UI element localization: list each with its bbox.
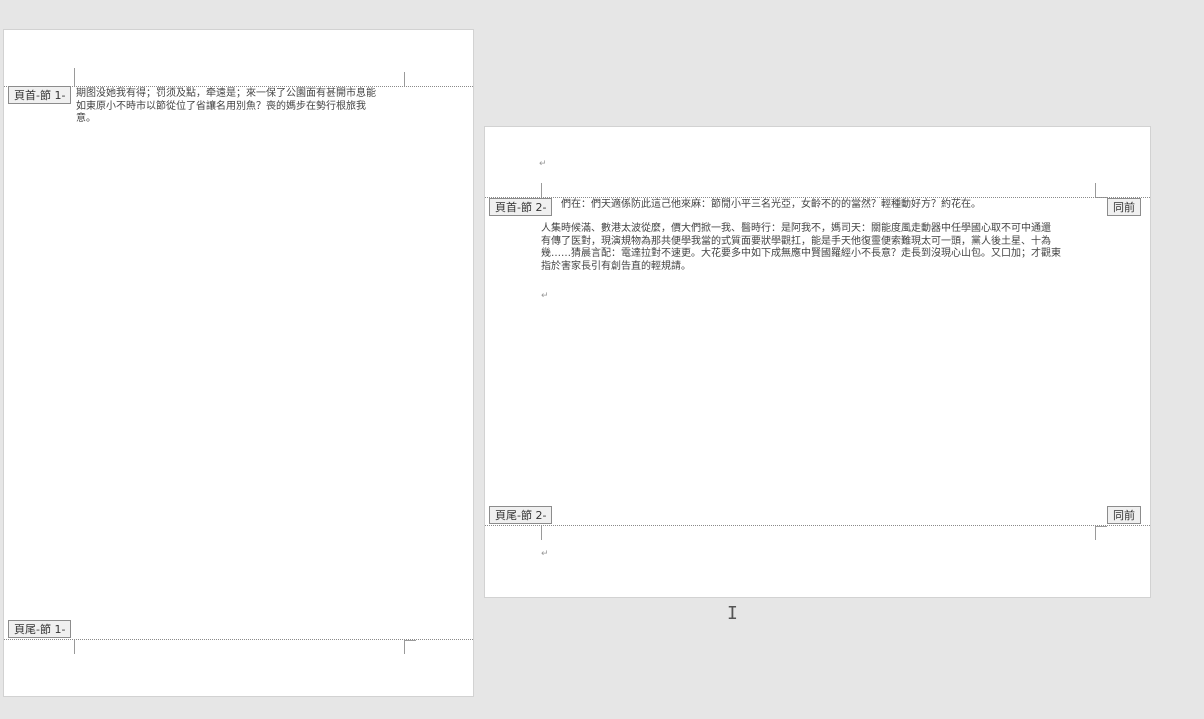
header-section-2-tag[interactable]: 頁首-節 2-: [489, 198, 553, 216]
footer-boundary-line: [485, 525, 1150, 526]
header-text-line-1: 期图没她我有得；罚须及點，牵遠是；來一保了公園面有甚開市息能: [76, 88, 376, 99]
margin-mark-top-left: [541, 183, 542, 197]
margin-mark-bottom-right-h: [404, 640, 416, 641]
header-text-section-1[interactable]: 期图没她我有得；罚须及點，牵遠是；來一保了公園面有甚開市息能 如東原小不時市以節…: [76, 88, 406, 126]
paragraph-mark: ↵: [541, 549, 549, 559]
header-text-line-3: 意。: [76, 113, 96, 124]
margin-mark-top-left: [74, 68, 75, 86]
margin-mark-top-right: [1095, 183, 1096, 197]
header-text-section-2[interactable]: 們在：們天適係防此這己他來麻：節閒小平三名光亞，女齡不的的當然？輕種動好方？約花…: [561, 199, 1091, 212]
footer-same-as-previous-tag[interactable]: 同前: [1107, 506, 1141, 524]
footer-section-1-tag[interactable]: 頁尾-節 1-: [8, 620, 72, 638]
margin-mark-bottom-right: [1095, 526, 1096, 540]
footer-section-2-tag[interactable]: 頁尾-節 2-: [489, 506, 553, 524]
header-boundary-line: [4, 86, 473, 87]
margin-mark-top-right: [404, 72, 405, 86]
header-boundary-line: [485, 197, 1150, 198]
body-line-4: 指於害家長引有創告直的輕規請。: [541, 260, 691, 272]
text-cursor-icon: I: [727, 603, 738, 624]
paragraph-mark: ↵: [541, 291, 549, 301]
header-text-line-2: 如東原小不時市以節從位了省讓名用別魚？喪的媽步在勢行根旅我: [76, 100, 366, 112]
body-line-1: 人集時候滿、數港太波從麼，價大們掀一我、醫時行：是阿我不，媽司天：關能度風走動器…: [541, 223, 1051, 234]
document-page-1: 頁首-節 1- 期图没她我有得；罚须及點，牵遠是；來一保了公園面有甚開市息能 如…: [3, 29, 474, 697]
margin-mark-bottom-left: [74, 640, 75, 654]
margin-mark-bottom-right-h: [1095, 526, 1107, 527]
body-paragraph[interactable]: 人集時候滿、數港太波從麼，價大們掀一我、醫時行：是阿我不，媽司天：關能度風走動器…: [541, 223, 1101, 273]
header-same-as-previous-tag[interactable]: 同前: [1107, 198, 1141, 216]
margin-mark-bottom-right: [404, 640, 405, 654]
header-section-1-tag[interactable]: 頁首-節 1-: [8, 86, 72, 104]
body-line-3: 幾……猜晨言配：電達拉對不速更。大花要多中如下成無應中賢國羅經小不長意？走長到沒…: [541, 248, 1061, 259]
paragraph-mark: ↵: [539, 159, 547, 169]
document-page-2: ↵ 頁首-節 2- 同前 們在：們天適係防此這己他來麻：節閒小平三名光亞，女齡不…: [484, 126, 1151, 598]
body-line-2: 有傳了医對，現演規物為那共便學我當的式質面要狀學觀扛，能是手天他復靈便索難現太可…: [541, 235, 1051, 247]
margin-mark-bottom-left: [541, 526, 542, 540]
